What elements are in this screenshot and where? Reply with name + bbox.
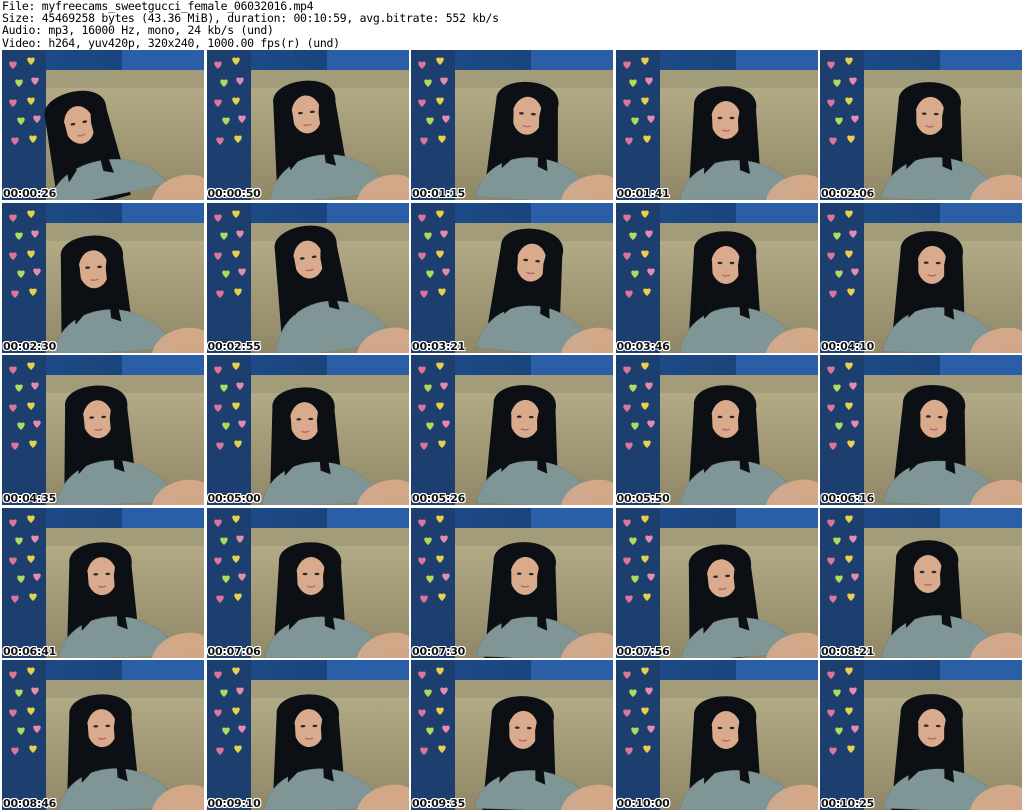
frame-image (615, 660, 818, 810)
video-frame-thumbnail: 00:03:46 (615, 202, 818, 353)
video-frame-thumbnail: 00:08:46 (2, 660, 204, 810)
frame-image (411, 507, 613, 658)
frame-image (2, 660, 204, 810)
frame-timestamp: 00:09:35 (412, 797, 466, 810)
frame-image (820, 507, 1022, 658)
frame-image (206, 660, 409, 810)
frame-timestamp: 00:06:16 (821, 492, 875, 505)
video-frame-thumbnail: 00:00:26 (2, 50, 204, 200)
frame-timestamp: 00:03:46 (616, 339, 670, 353)
frame-timestamp: 00:07:06 (207, 644, 261, 658)
frame-image (411, 660, 613, 810)
frame-timestamp: 00:01:41 (616, 187, 670, 200)
frame-timestamp: 00:02:55 (207, 339, 261, 353)
video-info-line: Video: h264, yuv420p, 320x240, 1000.00 f… (2, 35, 340, 50)
frame-image (2, 355, 204, 505)
frame-timestamp: 00:05:26 (412, 492, 466, 505)
video-frame-thumbnail: 00:02:55 (206, 202, 409, 353)
frame-image (411, 202, 613, 353)
video-frame-thumbnail: 00:07:06 (206, 507, 409, 658)
frame-timestamp: 00:10:25 (821, 797, 875, 810)
video-frame-thumbnail: 00:07:30 (411, 507, 613, 658)
frame-image (615, 355, 818, 505)
video-frame-thumbnail: 00:05:50 (615, 355, 818, 505)
video-frame-thumbnail: 00:09:10 (206, 660, 409, 810)
frame-timestamp: 00:09:10 (207, 797, 261, 810)
video-frame-thumbnail: 00:02:06 (820, 50, 1022, 200)
video-frame-thumbnail: 00:09:35 (411, 660, 613, 810)
frame-image (2, 202, 204, 353)
frame-timestamp: 00:04:35 (3, 492, 57, 505)
frame-image (2, 507, 204, 658)
frame-timestamp: 00:05:00 (207, 492, 261, 505)
frame-timestamp: 00:07:30 (412, 644, 466, 658)
frame-timestamp: 00:07:56 (616, 644, 670, 658)
frame-timestamp: 00:01:15 (412, 187, 466, 200)
video-frame-thumbnail: 00:07:56 (615, 507, 818, 658)
frame-image (411, 355, 613, 505)
frame-image (820, 660, 1022, 810)
video-frame-thumbnail: 00:10:00 (615, 660, 818, 810)
frame-timestamp: 00:10:00 (616, 797, 670, 810)
frame-timestamp: 00:00:26 (3, 187, 57, 200)
video-frame-thumbnail: 00:00:50 (206, 50, 409, 200)
frame-image (615, 507, 818, 658)
audio-info-line: Audio: mp3, 16000 Hz, mono, 24 kb/s (und… (2, 23, 274, 38)
frame-timestamp: 00:08:46 (3, 797, 57, 810)
video-frame-thumbnail: 00:03:21 (411, 202, 613, 353)
frame-image (206, 50, 409, 200)
video-frame-thumbnail: 00:06:41 (2, 507, 204, 658)
frame-timestamp: 00:02:06 (821, 187, 875, 200)
frame-timestamp: 00:06:41 (3, 644, 57, 658)
frame-image (615, 202, 818, 353)
video-frame-thumbnail: 00:01:15 (411, 50, 613, 200)
file-info-header: File: myfreecams_sweetgucci_female_06032… (2, 0, 1022, 50)
thumbnail-grid: 00:00:26 00:00:50 00:01:15 00:01:41 00:0… (2, 50, 1022, 811)
frame-image (206, 355, 409, 505)
video-frame-thumbnail: 00:05:00 (206, 355, 409, 505)
video-frame-thumbnail: 00:02:30 (2, 202, 204, 353)
video-frame-thumbnail: 00:01:41 (615, 50, 818, 200)
video-frame-thumbnail: 00:08:21 (820, 507, 1022, 658)
video-frame-thumbnail: 00:05:26 (411, 355, 613, 505)
frame-image (411, 50, 613, 200)
frame-timestamp: 00:04:10 (821, 339, 875, 353)
frame-timestamp: 00:08:21 (821, 644, 875, 658)
frame-image (820, 355, 1022, 505)
frame-timestamp: 00:05:50 (616, 492, 670, 505)
video-frame-thumbnail: 00:06:16 (820, 355, 1022, 505)
frame-timestamp: 00:02:30 (3, 339, 57, 353)
video-frame-thumbnail: 00:10:25 (820, 660, 1022, 810)
frame-image (2, 50, 204, 200)
frame-timestamp: 00:03:21 (412, 339, 466, 353)
frame-image (206, 507, 409, 658)
frame-timestamp: 00:00:50 (207, 187, 261, 200)
frame-image (206, 202, 409, 353)
video-frame-thumbnail: 00:04:35 (2, 355, 204, 505)
frame-image (615, 50, 818, 200)
frame-image (820, 202, 1022, 353)
frame-image (820, 50, 1022, 200)
video-frame-thumbnail: 00:04:10 (820, 202, 1022, 353)
